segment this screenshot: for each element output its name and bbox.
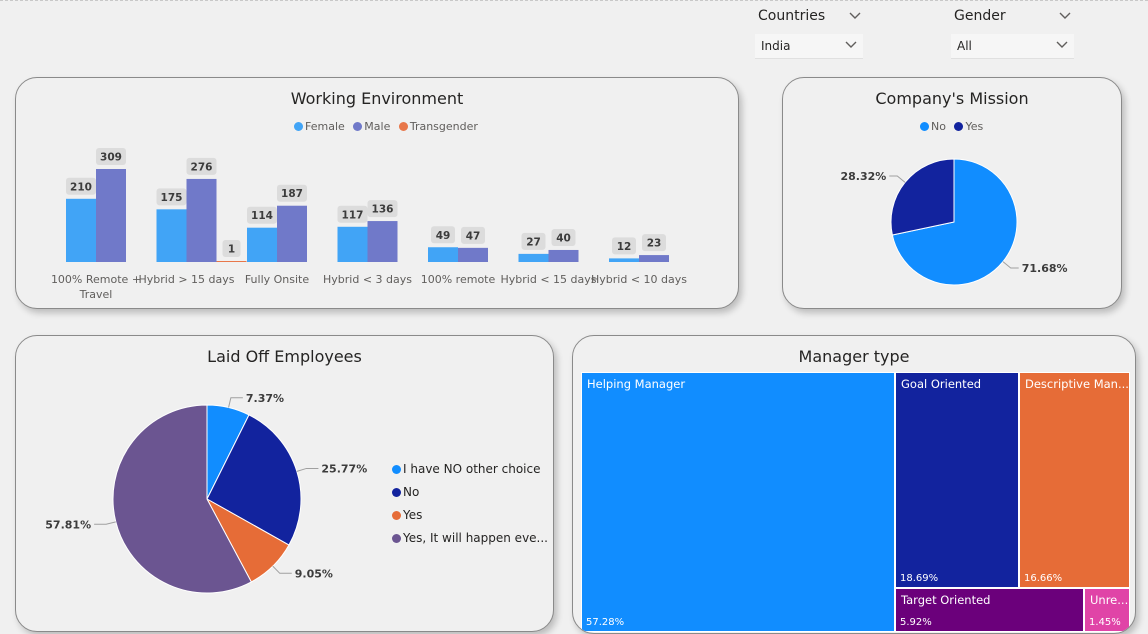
bar [609, 258, 639, 262]
legend-label: I have NO other choice [403, 462, 541, 476]
data-label: 12 [617, 241, 632, 253]
chevron-down-icon [1056, 41, 1068, 48]
leader-line [1002, 261, 1019, 269]
treemap-cell-descriptive-manager[interactable]: Descriptive Man... 16.66% [1019, 372, 1130, 588]
treemap-value: 18.69% [900, 573, 939, 584]
gender-slicer-label: Gender [954, 8, 1006, 24]
data-label: 23 [647, 238, 662, 250]
gender-selected-value: All [957, 39, 972, 53]
data-label: 175 [161, 192, 183, 204]
treemap-label: Helping Manager [587, 377, 686, 391]
bar [247, 227, 277, 262]
data-label: 9.05% [295, 567, 333, 580]
countries-dropdown[interactable]: India [755, 34, 863, 59]
legend-item[interactable]: No [392, 481, 548, 504]
treemap-value: 16.66% [1024, 573, 1063, 584]
bar [186, 178, 217, 262]
legend-dot-icon [392, 488, 401, 497]
legend-item[interactable]: Yes [392, 504, 548, 527]
data-label: 71.68% [1022, 262, 1068, 275]
x-tick-label: Hybrid < 3 days [323, 273, 412, 286]
legend-label: Yes [403, 508, 423, 522]
treemap-cell-goal-oriented[interactable]: Goal Oriented 18.69% [895, 372, 1019, 588]
data-label: 1 [228, 244, 235, 256]
countries-slicer-label: Countries [758, 8, 826, 24]
bar [216, 261, 247, 262]
x-tick-label: Travel [79, 288, 113, 301]
legend-item[interactable]: Yes, It will happen eve... [392, 527, 548, 550]
treemap-value: 1.45% [1089, 617, 1121, 628]
leader-line [296, 467, 319, 472]
bar [277, 205, 307, 262]
treemap-label: Target Oriented [901, 593, 991, 607]
company-mission-panel: Company's Mission No Yes 71.68% 28.32% [782, 77, 1122, 309]
x-tick-label: Hybrid > 15 days [139, 273, 235, 286]
data-label: 117 [342, 209, 364, 221]
gender-dropdown[interactable]: All [951, 34, 1074, 59]
treemap-label: Goal Oriented [901, 377, 982, 391]
treemap-value: 57.28% [586, 617, 625, 628]
chevron-down-icon [845, 41, 857, 48]
bar [548, 249, 579, 262]
leader-line [889, 175, 906, 183]
data-label: 57.81% [45, 518, 91, 531]
bar [367, 221, 398, 262]
x-tick-label: Fully Onsite [245, 273, 310, 286]
data-label: 27 [526, 236, 541, 248]
x-tick-label: 100% remote [421, 273, 496, 286]
treemap-cell-helping-manager[interactable]: Helping Manager 57.28% [581, 372, 895, 632]
data-label: 40 [556, 232, 571, 244]
legend-label: No [403, 485, 420, 499]
treemap-label: Descriptive Man... [1025, 377, 1129, 391]
bar [518, 253, 549, 262]
chevron-down-icon[interactable] [848, 9, 862, 23]
bar-chart: 210 309 100% Remote + Travel 175 276 1 Hybrid >… [51, 148, 687, 301]
bar [428, 247, 458, 262]
x-tick-label: Hybrid < 10 days [591, 273, 687, 286]
data-label: 49 [436, 230, 451, 242]
treemap-chart: Helping Manager 57.28% Goal Oriented 18.… [581, 372, 1130, 632]
legend-dot-icon [392, 534, 401, 543]
working-environment-panel: Working Environment Female Male Transgen… [15, 77, 739, 309]
pie-chart: 71.68% 28.32% [840, 158, 1068, 286]
data-label: 25.77% [321, 462, 367, 475]
data-label: 28.32% [840, 170, 886, 183]
treemap-cell-unreachable[interactable]: Unre... 1.45% [1084, 588, 1130, 632]
data-label: 309 [100, 152, 122, 164]
data-label: 210 [70, 181, 92, 193]
treemap-value: 5.92% [900, 617, 932, 628]
data-label: 7.37% [246, 392, 284, 405]
data-label: 136 [372, 204, 394, 216]
chart-title: Manager type [798, 347, 910, 366]
x-tick-label: Hybrid < 15 days [501, 273, 597, 286]
chevron-down-icon[interactable] [1058, 9, 1072, 23]
chart-legend: I have NO other choice No Yes Yes, It wi… [392, 458, 548, 550]
legend-dot-icon [392, 465, 401, 474]
treemap-cell-target-oriented[interactable]: Target Oriented 5.92% [895, 588, 1084, 632]
bar [96, 169, 126, 262]
legend-dot-icon [392, 511, 401, 520]
data-label: 187 [281, 188, 303, 200]
top-divider [0, 0, 1148, 1]
data-label: 276 [191, 161, 213, 173]
bar [66, 198, 96, 262]
countries-selected-value: India [761, 39, 791, 53]
legend-item[interactable]: I have NO other choice [392, 458, 548, 481]
legend-label: Yes, It will happen eve... [403, 531, 548, 545]
bar [639, 255, 669, 262]
bar [337, 226, 368, 262]
treemap-label: Unre... [1090, 593, 1129, 607]
bar [458, 247, 488, 262]
leader-line [228, 397, 243, 408]
data-label: 114 [251, 210, 273, 222]
pie-slice [890, 158, 955, 236]
bar [156, 209, 187, 262]
x-tick-label: 100% Remote + [51, 273, 141, 286]
data-label: 47 [466, 230, 481, 242]
manager-type-panel: Manager type Helping Manager 57.28% Goal… [572, 335, 1136, 634]
leader-line [94, 521, 116, 525]
laid-off-panel: Laid Off Employees 7.37% 25.77% 9.05% 57.81… [15, 335, 554, 632]
leader-line [272, 565, 292, 574]
